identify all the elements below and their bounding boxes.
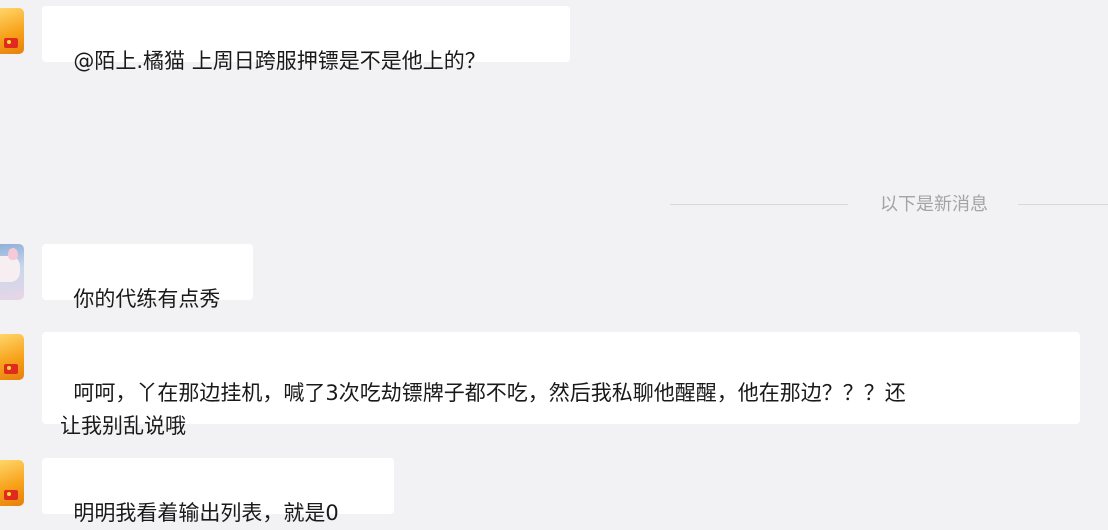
user-avatar-orange-icon[interactable]	[0, 8, 24, 54]
user-avatar-anime-icon[interactable]	[0, 244, 24, 300]
message-bubble: @陌上.橘猫 上周日跨服押镖是不是他上的？	[42, 6, 570, 73]
flag-icon	[4, 38, 18, 48]
message-text: 呵呵，丫在那边挂机，喊了3次吃劫镖牌子都不吃，然后我私聊他醒醒，他在那边？？？还…	[60, 381, 906, 438]
flag-icon	[4, 364, 18, 374]
divider-label: 以下是新消息	[880, 194, 988, 215]
divider-line	[670, 204, 848, 205]
message-text: 明明我看着输出列表，就是0	[73, 501, 339, 525]
flag-icon	[4, 490, 18, 500]
user-avatar-orange-icon[interactable]	[0, 460, 24, 506]
message-text: 你的代练有点秀	[73, 287, 221, 311]
new-messages-divider: 以下是新消息	[670, 190, 1108, 220]
user-avatar-orange-icon[interactable]	[0, 334, 24, 380]
message-text: @陌上.橘猫 上周日跨服押镖是不是他上的？	[73, 49, 486, 73]
message-bubble: 呵呵，丫在那边挂机，喊了3次吃劫镖牌子都不吃，然后我私聊他醒醒，他在那边？？？还…	[42, 332, 1080, 438]
message-bubble: 你的代练有点秀	[42, 244, 253, 311]
ear-icon	[8, 248, 18, 260]
divider-line	[1018, 204, 1108, 205]
face-icon	[0, 256, 20, 282]
message-bubble: 明明我看着输出列表，就是0	[42, 458, 394, 525]
